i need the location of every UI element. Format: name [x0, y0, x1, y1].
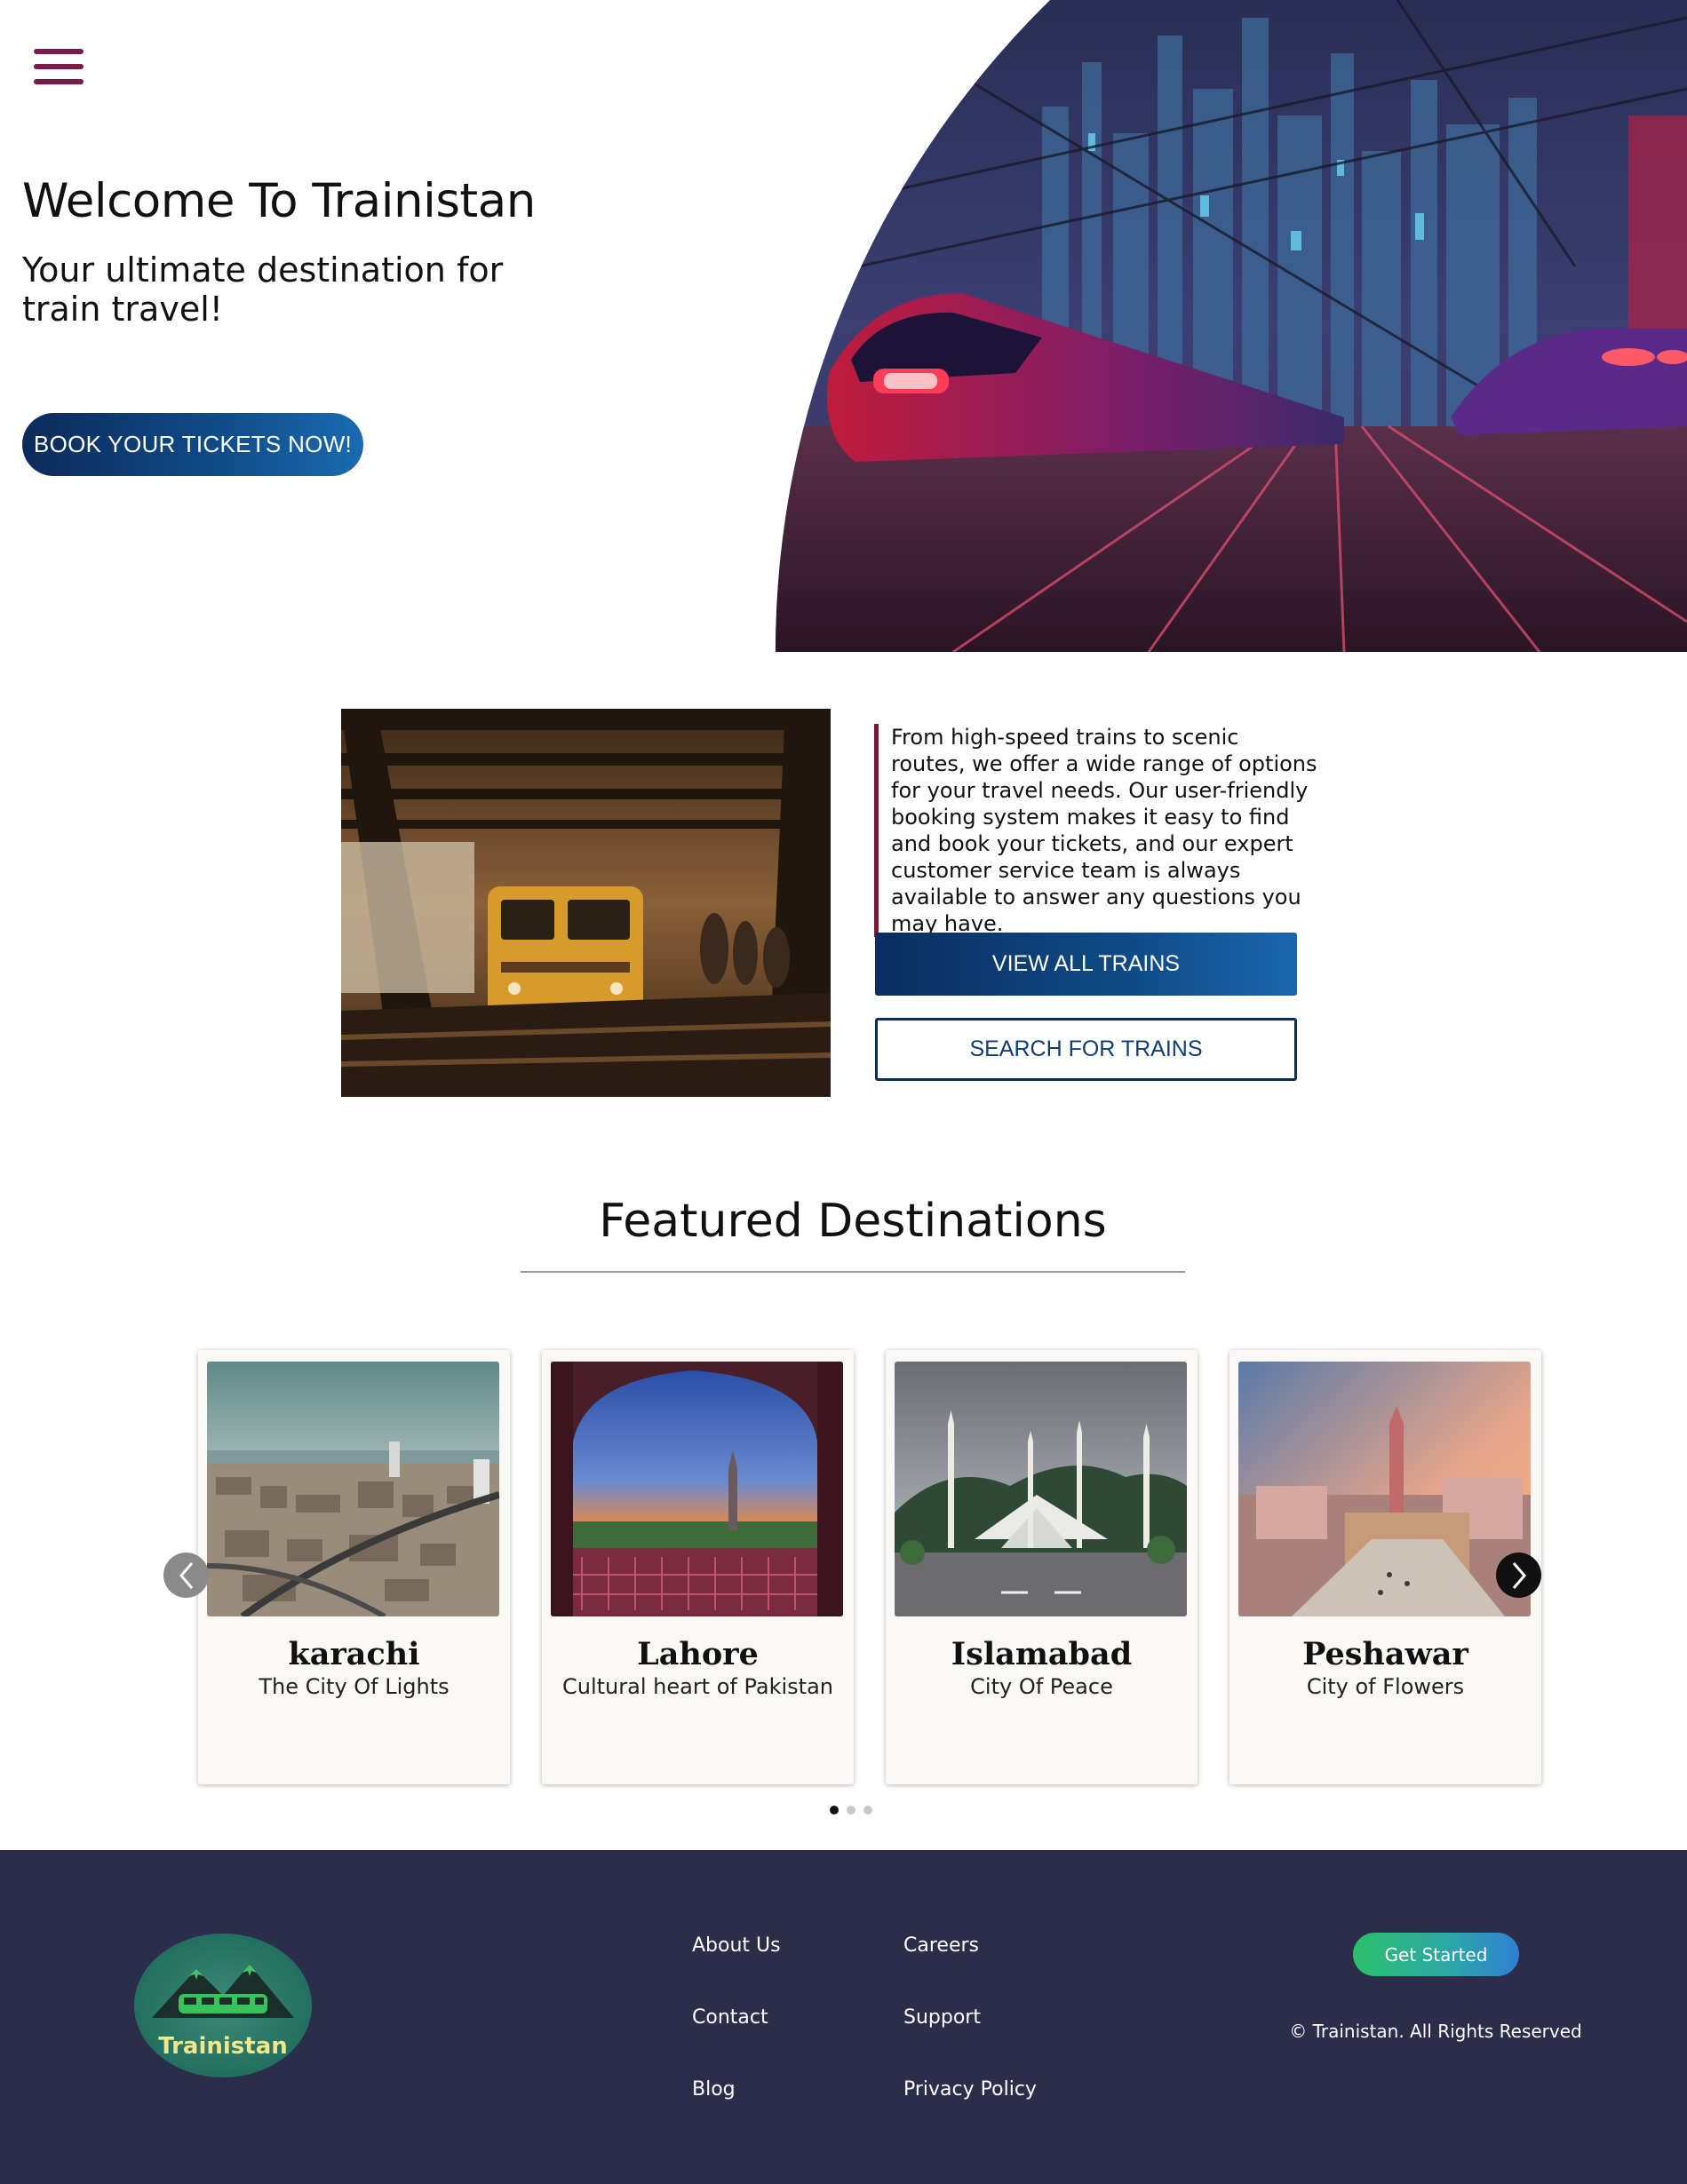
card-city-name: karachi	[288, 1636, 420, 1672]
hero-train-image	[776, 0, 1687, 652]
hamburger-menu-icon[interactable]	[34, 46, 85, 87]
menu-line	[34, 49, 84, 54]
about-description: From high-speed trains to scenic routes,…	[874, 724, 1318, 937]
menu-line	[34, 64, 84, 69]
card-city-tagline: The City Of Lights	[259, 1674, 450, 1699]
featured-title: Featured Destinations	[599, 1195, 1107, 1248]
footer-link-blog[interactable]: Blog	[692, 2078, 736, 2101]
copyright-text: © Trainistan. All Rights Reserved	[1289, 2021, 1582, 2042]
card-city-tagline: Cultural heart of Pakistan	[562, 1674, 833, 1699]
footer-link-about-us[interactable]: About Us	[692, 1934, 781, 1957]
footer-link-support[interactable]: Support	[903, 2006, 981, 2029]
karachi-photo	[207, 1362, 499, 1616]
hero-subtitle: Your ultimate destination for train trav…	[22, 250, 504, 329]
footer-link-contact[interactable]: Contact	[692, 2006, 768, 2029]
menu-line	[34, 79, 84, 84]
card-city-name: Peshawar	[1302, 1636, 1468, 1672]
footer-link-careers[interactable]: Careers	[903, 1934, 979, 1957]
destination-card-lahore[interactable]: Lahore Cultural heart of Pakistan	[542, 1350, 854, 1784]
footer: Trainistan About Us Careers Contact Supp…	[0, 1850, 1687, 2184]
carousel-next-arrow-icon[interactable]	[1496, 1553, 1541, 1598]
carousel-dot-2[interactable]	[847, 1806, 855, 1815]
carousel-prev-arrow-icon[interactable]	[163, 1553, 209, 1598]
card-city-name: Islamabad	[951, 1636, 1133, 1672]
hero-title: Welcome To Trainistan	[22, 174, 536, 228]
carousel-dot-1[interactable]	[830, 1806, 839, 1815]
islamabad-photo	[895, 1362, 1187, 1616]
destination-card-karachi[interactable]: karachi The City Of Lights	[198, 1350, 510, 1784]
view-all-trains-button[interactable]: VIEW ALL TRAINS	[875, 933, 1297, 996]
destination-card-peshawar[interactable]: Peshawar City of Flowers	[1229, 1350, 1541, 1784]
lahore-photo	[551, 1362, 843, 1616]
logo-text: Trainistan	[158, 2033, 288, 2060]
card-city-tagline: City of Flowers	[1306, 1674, 1465, 1699]
destination-card-islamabad[interactable]: Islamabad City Of Peace	[886, 1350, 1198, 1784]
get-started-button[interactable]: Get Started	[1353, 1933, 1519, 1976]
trainistan-logo[interactable]: Trainistan	[134, 1934, 312, 2078]
book-tickets-button[interactable]: BOOK YOUR TICKETS NOW!	[22, 413, 363, 476]
peshawar-photo	[1238, 1362, 1531, 1616]
search-trains-button[interactable]: SEARCH FOR TRAINS	[875, 1018, 1297, 1081]
card-city-tagline: City Of Peace	[970, 1674, 1113, 1699]
card-city-name: Lahore	[637, 1636, 759, 1672]
station-train-image	[341, 709, 831, 1097]
footer-link-privacy-policy[interactable]: Privacy Policy	[903, 2078, 1037, 2101]
carousel-dot-3[interactable]	[863, 1806, 872, 1815]
carousel-pagination	[830, 1806, 872, 1815]
featured-divider	[521, 1271, 1185, 1273]
